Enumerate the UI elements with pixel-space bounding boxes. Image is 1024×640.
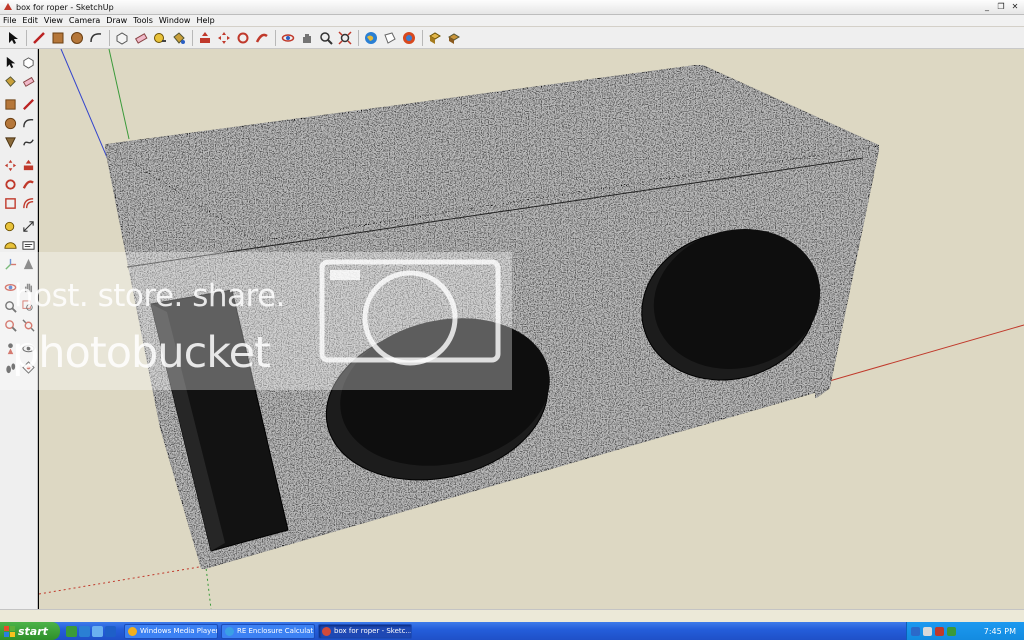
polygon-tool-icon[interactable] xyxy=(1,133,19,151)
menu-camera[interactable]: Camera xyxy=(69,16,100,25)
menu-help[interactable]: Help xyxy=(196,16,214,25)
clock: 7:45 PM xyxy=(983,626,1016,636)
select-icon[interactable] xyxy=(4,29,22,47)
watermark-tagline: host. store. share. xyxy=(14,278,286,314)
green-axis xyxy=(108,49,130,140)
menu-window[interactable]: Window xyxy=(159,16,191,25)
share-model-icon[interactable] xyxy=(400,29,418,47)
menu-draw[interactable]: Draw xyxy=(106,16,127,25)
paint-bucket-icon[interactable] xyxy=(170,29,188,47)
task-label: RE Enclosure Calculat... xyxy=(237,627,315,635)
select-tool-icon[interactable] xyxy=(1,53,19,71)
toolbar-separator xyxy=(358,29,359,46)
menu-edit[interactable]: Edit xyxy=(22,16,38,25)
circle-tool-icon[interactable] xyxy=(1,114,19,132)
restore-button[interactable]: ❐ xyxy=(995,2,1007,12)
windows-taskbar: start Windows Media Player RE Enclosure … xyxy=(0,622,1024,640)
eraser-icon[interactable] xyxy=(132,29,150,47)
task-label: Windows Media Player xyxy=(140,627,218,635)
push-pull-icon[interactable] xyxy=(196,29,214,47)
toolbar-separator xyxy=(192,29,193,46)
quicklaunch-excel-icon[interactable] xyxy=(66,625,77,637)
task-windows-media-player[interactable]: Windows Media Player xyxy=(124,623,218,639)
main-toolbar xyxy=(0,27,1024,49)
paint-bucket-tool-icon[interactable] xyxy=(1,72,19,90)
get-models-icon[interactable] xyxy=(381,29,399,47)
tray-messenger-icon[interactable] xyxy=(947,626,956,636)
task-label: box for roper - Sketc... xyxy=(334,627,412,635)
red-axis-dotted xyxy=(39,566,200,595)
scale-tool-icon[interactable] xyxy=(1,194,19,212)
follow-me-tool-icon[interactable] xyxy=(19,175,37,193)
zoom-extents-icon[interactable] xyxy=(336,29,354,47)
status-bar xyxy=(0,609,1024,622)
minimize-button[interactable]: _ xyxy=(981,2,993,12)
make-component-icon[interactable] xyxy=(113,29,131,47)
task-sketchup[interactable]: box for roper - Sketc... xyxy=(318,623,412,639)
start-label: start xyxy=(18,624,48,638)
browser-icon xyxy=(225,626,234,636)
sketchup-icon xyxy=(322,626,331,636)
make-component-tool-icon[interactable] xyxy=(19,53,37,71)
google-earth-icon[interactable] xyxy=(362,29,380,47)
arc-tool-icon[interactable] xyxy=(19,114,37,132)
red-axis xyxy=(818,324,1024,385)
move-icon[interactable] xyxy=(215,29,233,47)
watermark-brand: photobucket xyxy=(12,328,271,378)
zoom-icon[interactable] xyxy=(317,29,335,47)
pencil-icon[interactable] xyxy=(30,29,48,47)
system-tray: 7:45 PM xyxy=(906,622,1024,640)
components-icon[interactable] xyxy=(426,29,444,47)
tape-measure-tool-icon[interactable] xyxy=(1,217,19,235)
title-bar: box for roper - SketchUp _ ❐ ✕ xyxy=(0,0,1024,15)
tray-security-icon[interactable] xyxy=(935,626,944,636)
rectangle-tool-icon[interactable] xyxy=(1,95,19,113)
task-re-enclosure-calculator[interactable]: RE Enclosure Calculat... xyxy=(221,623,315,639)
quicklaunch-desktop-icon[interactable] xyxy=(92,625,103,637)
toolbar-separator xyxy=(275,29,276,46)
start-button[interactable]: start xyxy=(0,622,60,640)
line-tool-icon[interactable] xyxy=(19,95,37,113)
menu-file[interactable]: File xyxy=(3,16,16,25)
rectangle-icon[interactable] xyxy=(49,29,67,47)
close-button[interactable]: ✕ xyxy=(1009,2,1021,12)
toolbar-separator xyxy=(26,29,27,46)
menu-tools[interactable]: Tools xyxy=(133,16,153,25)
orbit-icon[interactable] xyxy=(279,29,297,47)
arc-icon[interactable] xyxy=(87,29,105,47)
follow-me-icon[interactable] xyxy=(253,29,271,47)
circle-icon[interactable] xyxy=(68,29,86,47)
sketchup-app-icon xyxy=(3,2,13,12)
quicklaunch-media-icon[interactable] xyxy=(105,625,116,637)
rotate-icon[interactable] xyxy=(234,29,252,47)
rotate-tool-icon[interactable] xyxy=(1,175,19,193)
offset-tool-icon[interactable] xyxy=(19,194,37,212)
windows-flag-icon xyxy=(4,625,15,637)
quicklaunch-ie-icon[interactable] xyxy=(79,625,90,637)
push-pull-tool-icon[interactable] xyxy=(19,156,37,174)
quick-launch xyxy=(66,625,116,637)
materials-icon[interactable] xyxy=(445,29,463,47)
freehand-tool-icon[interactable] xyxy=(19,133,37,151)
media-player-icon xyxy=(128,626,137,636)
eraser-tool-icon[interactable] xyxy=(19,72,37,90)
dimension-tool-icon[interactable] xyxy=(19,217,37,235)
pan-icon[interactable] xyxy=(298,29,316,47)
tray-volume-icon[interactable] xyxy=(923,626,932,636)
menu-view[interactable]: View xyxy=(44,16,63,25)
toolbar-separator xyxy=(422,29,423,46)
menu-bar: File Edit View Camera Draw Tools Window … xyxy=(0,15,1024,27)
tray-network-icon[interactable] xyxy=(911,626,920,636)
move-tool-icon[interactable] xyxy=(1,156,19,174)
window-title: box for roper - SketchUp xyxy=(16,2,114,12)
toolbar-separator xyxy=(109,29,110,46)
tape-measure-icon[interactable] xyxy=(151,29,169,47)
